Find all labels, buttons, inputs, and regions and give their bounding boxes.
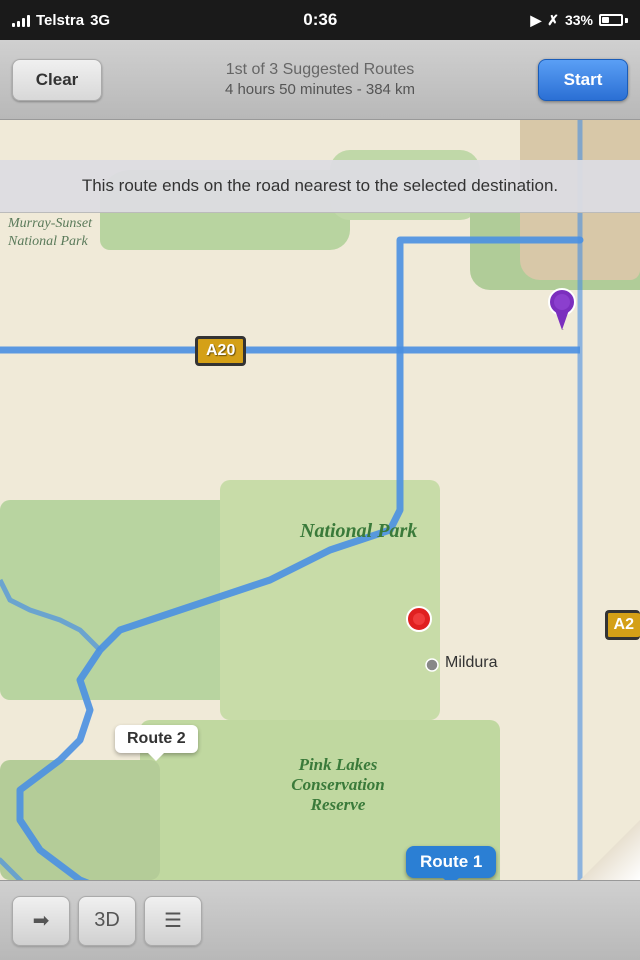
murray-sunset-label: Murray-SunsetNational Park [8,215,92,251]
map[interactable]: Murray-SunsetNational Park National Park… [0,40,640,960]
list-icon: ☰ [164,908,182,933]
route-duration: 4 hours 50 minutes - 384 km [112,81,528,98]
signal-bars [12,13,30,27]
route-1-badge[interactable]: Route 1 [406,846,496,878]
carrier-info: Telstra 3G [12,12,110,29]
three-d-button[interactable]: 3D [78,896,136,946]
location-button[interactable]: ➡ [12,896,70,946]
status-right: ▶ ✗ 33% [530,12,628,29]
info-banner: This route ends on the road nearest to t… [0,160,640,213]
carrier-name: Telstra [36,12,84,29]
mildura-label: Mildura [445,654,497,672]
nav-center: 1st of 3 Suggested Routes 4 hours 50 min… [102,61,538,98]
route-info: 1st of 3 Suggested Routes [112,61,528,79]
start-button[interactable]: Start [538,59,628,101]
road-sign-a20: A20 [195,336,246,366]
battery-percent: 33% [565,12,593,28]
clear-button[interactable]: Clear [12,59,102,101]
park-area-bottom-left [0,760,160,880]
three-d-label: 3D [94,909,120,932]
route-2-badge[interactable]: Route 2 [115,725,198,753]
nav-bar: Clear 1st of 3 Suggested Routes 4 hours … [0,40,640,120]
status-bar: Telstra 3G 0:36 ▶ ✗ 33% [0,0,640,40]
list-button[interactable]: ☰ [144,896,202,946]
park-area-5 [220,480,440,720]
status-time: 0:36 [303,10,337,30]
battery-indicator [599,14,628,26]
location-pin [406,606,432,637]
road-sign-a2-partial: A2 [605,610,640,640]
bluetooth-icon: ✗ [547,12,559,29]
location-icon: ▶ [530,12,541,29]
bottom-toolbar: ➡ 3D ☰ [0,880,640,960]
network-type: 3G [90,12,110,29]
destination-pin [548,288,576,335]
mildura-pin [425,658,439,677]
location-arrow-icon: ➡ [33,908,50,933]
